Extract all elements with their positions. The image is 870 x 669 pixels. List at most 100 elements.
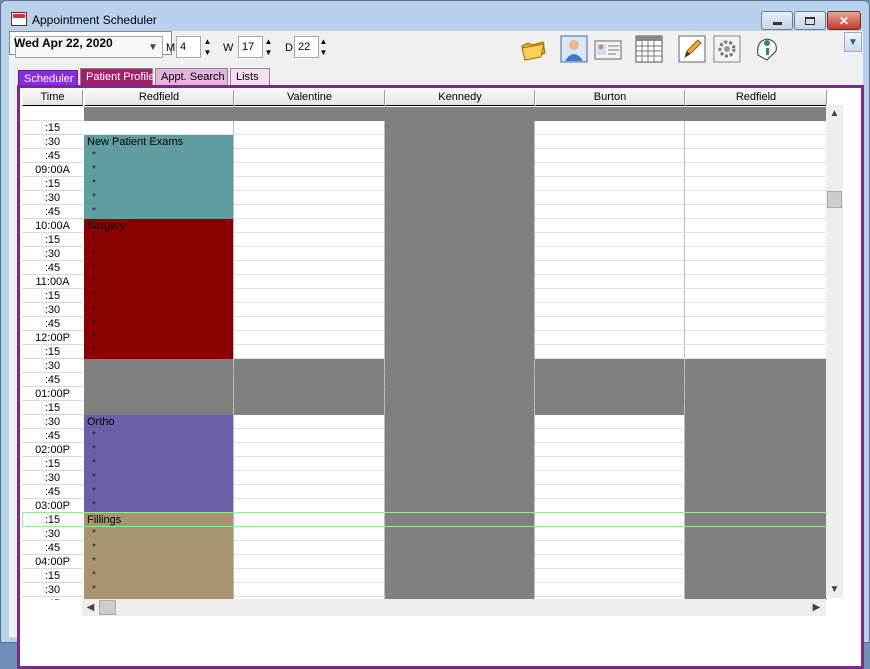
schedule-slot[interactable] bbox=[535, 331, 685, 345]
schedule-slot[interactable] bbox=[234, 569, 385, 583]
schedule-slot[interactable] bbox=[385, 471, 535, 485]
schedule-slot[interactable] bbox=[234, 401, 385, 415]
schedule-slot[interactable] bbox=[385, 541, 535, 555]
schedule-slot[interactable] bbox=[685, 191, 827, 205]
schedule-slot[interactable] bbox=[234, 583, 385, 597]
schedule-slot[interactable] bbox=[234, 499, 385, 513]
column-header[interactable]: Redfield bbox=[685, 90, 827, 106]
schedule-slot[interactable] bbox=[535, 177, 685, 191]
schedule-slot[interactable] bbox=[385, 499, 535, 513]
schedule-slot[interactable] bbox=[385, 457, 535, 471]
schedule-slot[interactable] bbox=[385, 583, 535, 597]
schedule-slot[interactable] bbox=[385, 219, 535, 233]
schedule-slot[interactable] bbox=[535, 499, 685, 513]
schedule-slot[interactable] bbox=[535, 485, 685, 499]
schedule-slot[interactable] bbox=[385, 569, 535, 583]
month-field[interactable] bbox=[176, 36, 201, 58]
schedule-slot[interactable] bbox=[234, 443, 385, 457]
tab-appt-search[interactable]: Appt. Search bbox=[155, 68, 228, 86]
schedule-slot[interactable] bbox=[385, 317, 535, 331]
schedule-slot[interactable] bbox=[685, 317, 827, 331]
patient-icon[interactable] bbox=[560, 35, 588, 63]
schedule-slot[interactable] bbox=[385, 233, 535, 247]
schedule-slot[interactable] bbox=[535, 275, 685, 289]
schedule-slot[interactable] bbox=[385, 415, 535, 429]
schedule-slot[interactable] bbox=[535, 555, 685, 569]
schedule-slot[interactable] bbox=[685, 373, 827, 387]
schedule-slot[interactable] bbox=[535, 219, 685, 233]
schedule-slot[interactable] bbox=[535, 541, 685, 555]
schedule-slot[interactable] bbox=[84, 387, 234, 401]
schedule-slot[interactable] bbox=[535, 135, 685, 149]
schedule-slot[interactable] bbox=[535, 457, 685, 471]
column-header[interactable]: Kennedy bbox=[385, 90, 535, 106]
schedule-slot[interactable] bbox=[234, 387, 385, 401]
schedule-slot[interactable] bbox=[234, 233, 385, 247]
schedule-slot[interactable] bbox=[234, 219, 385, 233]
schedule-slot[interactable] bbox=[234, 303, 385, 317]
calendar-grid-icon[interactable] bbox=[635, 35, 663, 63]
schedule-slot[interactable] bbox=[385, 443, 535, 457]
schedule-slot[interactable] bbox=[234, 345, 385, 359]
spin-up-icon[interactable]: ▲ bbox=[317, 36, 330, 47]
schedule-slot[interactable] bbox=[385, 331, 535, 345]
help-icon[interactable] bbox=[753, 35, 781, 63]
schedule-slot[interactable] bbox=[234, 485, 385, 499]
schedule-slot[interactable] bbox=[385, 261, 535, 275]
schedule-slot[interactable] bbox=[685, 485, 827, 499]
schedule-slot[interactable] bbox=[234, 191, 385, 205]
column-header[interactable]: Valentine bbox=[234, 90, 385, 106]
schedule-slot[interactable] bbox=[535, 247, 685, 261]
schedule-slot[interactable] bbox=[685, 219, 827, 233]
schedule-slot[interactable] bbox=[535, 289, 685, 303]
schedule-slot[interactable] bbox=[685, 303, 827, 317]
schedule-slot[interactable] bbox=[234, 317, 385, 331]
vertical-scrollbar[interactable]: ▲ ▼ bbox=[826, 105, 843, 598]
appointment-block[interactable]: Ortho * * * * * * bbox=[84, 415, 234, 513]
schedule-slot[interactable] bbox=[685, 261, 827, 275]
schedule-slot[interactable] bbox=[234, 261, 385, 275]
schedule-slot[interactable] bbox=[385, 177, 535, 191]
maximize-button[interactable] bbox=[794, 11, 826, 30]
spin-down-icon[interactable]: ▼ bbox=[317, 47, 330, 58]
schedule-slot[interactable] bbox=[685, 205, 827, 219]
schedule-slot[interactable] bbox=[685, 555, 827, 569]
schedule-slot[interactable] bbox=[535, 527, 685, 541]
schedule-slot[interactable] bbox=[385, 191, 535, 205]
tab-lists[interactable]: Lists bbox=[230, 68, 270, 86]
spin-down-icon[interactable]: ▼ bbox=[262, 47, 275, 58]
schedule-slot[interactable] bbox=[535, 387, 685, 401]
schedule-slot[interactable] bbox=[535, 303, 685, 317]
scroll-up-icon[interactable]: ▲ bbox=[826, 105, 843, 122]
schedule-slot[interactable] bbox=[535, 373, 685, 387]
appointment-block[interactable]: Surgery * * * * * * * * * bbox=[84, 219, 234, 359]
horizontal-scrollbar[interactable]: ◀ ▶ bbox=[82, 599, 826, 616]
schedule-slot[interactable] bbox=[685, 457, 827, 471]
schedule-slot[interactable] bbox=[685, 359, 827, 373]
schedule-slot[interactable] bbox=[535, 401, 685, 415]
schedule-slot[interactable] bbox=[535, 149, 685, 163]
schedule-slot[interactable] bbox=[84, 359, 234, 373]
schedule-slot[interactable] bbox=[535, 443, 685, 457]
schedule-slot[interactable] bbox=[685, 121, 827, 135]
schedule-slot[interactable] bbox=[685, 163, 827, 177]
schedule-slot[interactable] bbox=[535, 317, 685, 331]
schedule-slot[interactable] bbox=[234, 527, 385, 541]
schedule-slot[interactable] bbox=[685, 233, 827, 247]
schedule-slot[interactable] bbox=[385, 247, 535, 261]
schedule-slot[interactable] bbox=[385, 359, 535, 373]
schedule-slot[interactable] bbox=[685, 247, 827, 261]
schedule-slot[interactable] bbox=[385, 429, 535, 443]
edit-pencil-icon[interactable] bbox=[678, 35, 706, 63]
schedule-slot[interactable] bbox=[685, 471, 827, 485]
title-bar[interactable]: Appointment Scheduler ✕ bbox=[1, 1, 869, 31]
schedule-slot[interactable] bbox=[385, 303, 535, 317]
schedule-slot[interactable] bbox=[234, 415, 385, 429]
schedule-slot[interactable] bbox=[234, 331, 385, 345]
week-field[interactable] bbox=[238, 36, 263, 58]
schedule-slot[interactable] bbox=[234, 275, 385, 289]
schedule-slot[interactable] bbox=[535, 261, 685, 275]
schedule-slot[interactable] bbox=[385, 275, 535, 289]
schedule-slot[interactable] bbox=[385, 387, 535, 401]
schedule-slot[interactable] bbox=[234, 541, 385, 555]
